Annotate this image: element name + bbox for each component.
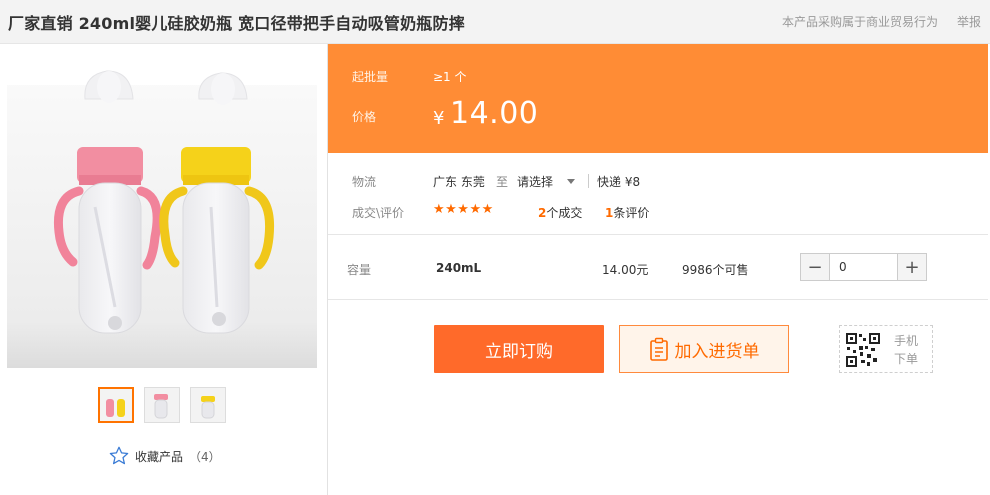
main-product-image[interactable] [7, 57, 317, 368]
report-link[interactable]: 举报 [957, 13, 981, 30]
spec-price: 14.00元 [602, 263, 649, 277]
quantity-input[interactable] [829, 254, 898, 280]
price-amount: 14.00 [450, 96, 539, 131]
baby-bottles-photo [7, 57, 317, 368]
reviews-label-text: 条评价 [613, 206, 650, 220]
spec-value: 240mL [436, 261, 482, 275]
add-to-cart-button[interactable]: 加入进货单 [619, 325, 789, 373]
spec-stock: 9986个可售 [682, 263, 749, 277]
region-select[interactable]: 请选择 [517, 172, 576, 190]
rating-stars: ★★★★★ [433, 202, 494, 217]
buy-now-button[interactable]: 立即订购 [434, 325, 604, 373]
add-to-cart-label: 加入进货单 [674, 341, 760, 362]
clipboard-icon [649, 337, 668, 361]
chevron-down-icon [567, 178, 576, 184]
separator [588, 174, 589, 188]
quantity-stepper: − + [800, 253, 927, 281]
moq-value: ≥1 个 [433, 70, 467, 84]
page-header: 厂家直销 240ml婴儿硅胶奶瓶 宽口径带把手自动吸管奶瓶防摔 本产品采购属于商… [0, 0, 990, 44]
spec-label: 容量 [347, 263, 372, 277]
currency-symbol: ¥ [433, 108, 445, 129]
thumbnail-2[interactable] [144, 387, 180, 423]
mobile-order-button[interactable]: 手机下单 [839, 325, 933, 373]
price-panel [328, 44, 988, 153]
star-outline-icon [109, 446, 129, 465]
mobile-order-label: 手机下单 [894, 334, 919, 366]
decrement-button[interactable]: − [801, 254, 829, 280]
qr-code-icon [845, 332, 881, 368]
trade-note: 本产品采购属于商业贸易行为 [782, 15, 939, 29]
moq-label: 起批量 [352, 70, 389, 84]
logistics-label: 物流 [352, 175, 377, 189]
region-select-value: 请选择 [517, 174, 554, 189]
favorite-product-button[interactable]: 收藏产品 （4） [108, 446, 221, 466]
thumbnail-3[interactable] [190, 387, 226, 423]
ship-from: 广东 东莞 [433, 175, 485, 189]
reviews-label: 成交\评价 [352, 206, 405, 220]
shipping-fee: 快递 ¥8 [597, 175, 641, 189]
product-title: 厂家直销 240ml婴儿硅胶奶瓶 宽口径带把手自动吸管奶瓶防摔 [8, 14, 465, 33]
thumbnail-1[interactable] [98, 387, 134, 423]
ship-to-word: 至 [496, 175, 509, 189]
reviews-summary[interactable]: 1条评价 [605, 204, 649, 221]
deals-summary[interactable]: 2个成交 [538, 204, 582, 221]
favorite-label: 收藏产品 [135, 449, 184, 464]
logistics-section [328, 153, 988, 235]
favorite-count: （4） [189, 449, 221, 464]
price-label: 价格 [352, 110, 377, 124]
increment-button[interactable]: + [898, 254, 926, 280]
deals-label: 个成交 [546, 206, 583, 220]
